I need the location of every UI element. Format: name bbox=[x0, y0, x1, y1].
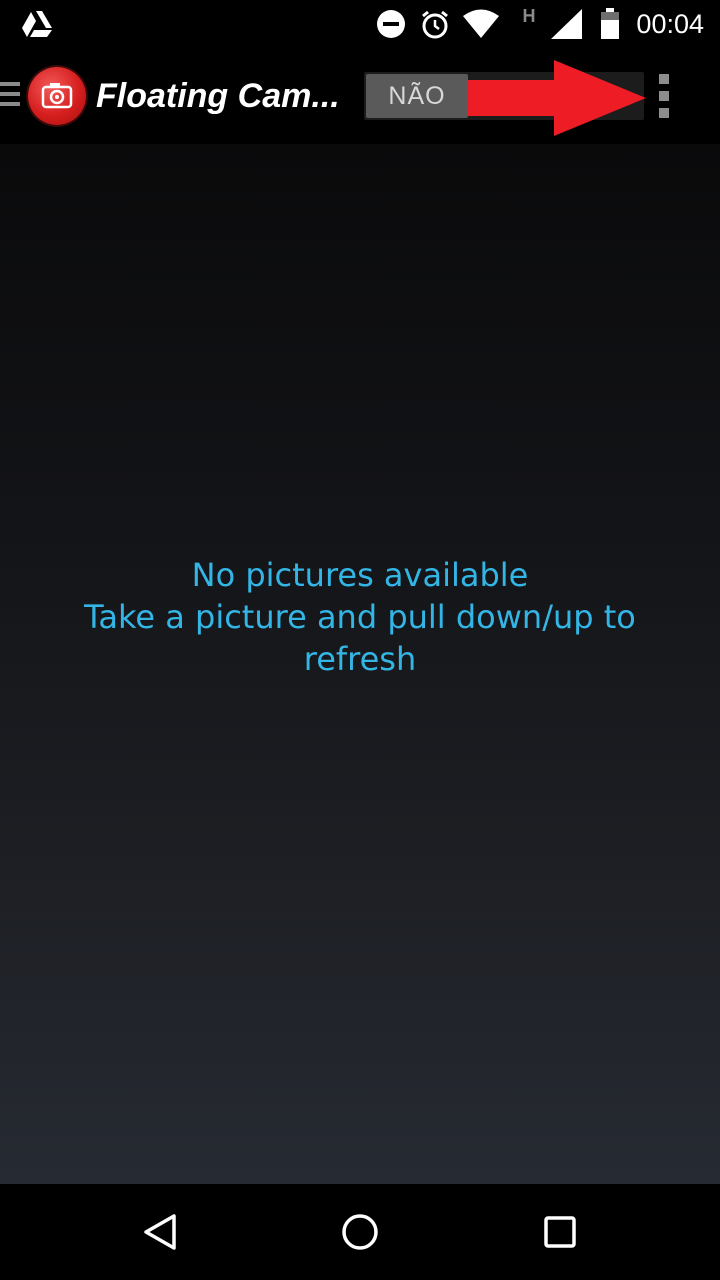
recents-icon[interactable] bbox=[536, 1208, 584, 1256]
wifi-icon bbox=[462, 8, 500, 40]
navigation-bar bbox=[0, 1184, 720, 1280]
app-title: Floating Cam... bbox=[96, 77, 340, 115]
app-logo-icon[interactable] bbox=[28, 67, 86, 125]
cell-signal-icon bbox=[548, 8, 584, 40]
pictures-list-area[interactable]: No pictures available Take a picture and… bbox=[0, 144, 720, 1184]
empty-message-hint: Take a picture and pull down/up to refre… bbox=[84, 598, 636, 678]
back-icon[interactable] bbox=[136, 1208, 184, 1256]
google-drive-icon bbox=[20, 8, 54, 40]
empty-message: No pictures available Take a picture and… bbox=[40, 554, 680, 680]
do-not-disturb-icon bbox=[376, 8, 406, 40]
annotation-arrow-icon bbox=[468, 60, 646, 136]
screen: H 00:04 Floating Cam... NÃO No pictures … bbox=[0, 0, 720, 1280]
empty-message-title: No pictures available bbox=[191, 556, 529, 594]
battery-icon bbox=[598, 8, 622, 40]
network-type-label: H bbox=[522, 5, 536, 26]
overflow-menu-icon[interactable] bbox=[656, 74, 672, 118]
home-icon[interactable] bbox=[336, 1208, 384, 1256]
status-bar: H 00:04 bbox=[0, 0, 720, 48]
alarm-icon bbox=[420, 8, 450, 40]
drawer-icon[interactable] bbox=[0, 82, 22, 110]
status-time: 00:04 bbox=[636, 9, 704, 39]
toggle-label: NÃO bbox=[366, 74, 468, 118]
